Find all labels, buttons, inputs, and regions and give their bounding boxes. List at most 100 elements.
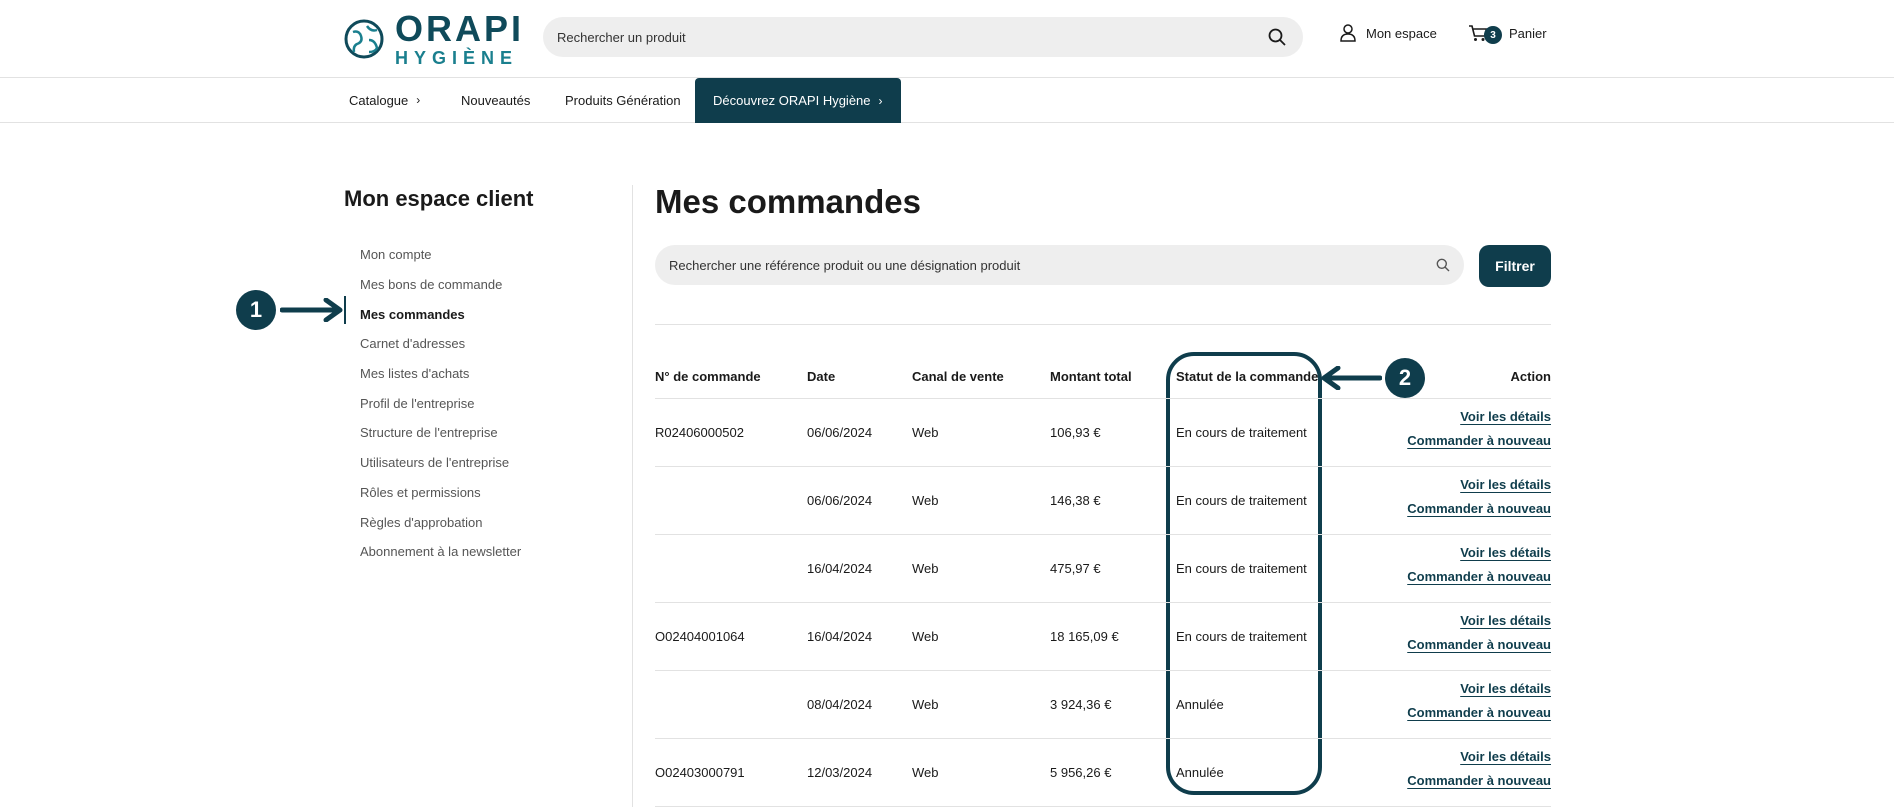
order-amount: 18 165,09 € bbox=[1050, 629, 1119, 644]
search-icon[interactable] bbox=[1265, 25, 1289, 49]
order-channel: Web bbox=[912, 697, 939, 712]
sidebar-item-newsletter[interactable]: Abonnement à la newsletter bbox=[360, 537, 521, 567]
sidebar-item-bons-de-commande[interactable]: Mes bons de commande bbox=[360, 270, 521, 300]
cart-count-badge: 3 bbox=[1484, 26, 1502, 44]
reorder-link[interactable]: Commander à nouveau bbox=[1407, 705, 1551, 720]
sidebar-item-listes-achats[interactable]: Mes listes d'achats bbox=[360, 359, 521, 389]
nav-item-label: Découvrez ORAPI Hygiène bbox=[713, 93, 871, 108]
order-channel: Web bbox=[912, 765, 939, 780]
order-date: 16/04/2024 bbox=[807, 629, 873, 644]
content-divider bbox=[632, 185, 633, 807]
order-status: En cours de traitement bbox=[1176, 629, 1307, 644]
order-status: Annulée bbox=[1176, 697, 1224, 712]
sidebar-title: Mon espace client bbox=[344, 186, 534, 211]
logo-sub-text: HYGIÈNE bbox=[395, 48, 519, 68]
order-amount: 146,38 € bbox=[1050, 493, 1101, 508]
column-header-order-number: N° de commande bbox=[655, 369, 761, 384]
order-date: 08/04/2024 bbox=[807, 697, 873, 712]
orders-table-header: N° de commande Date Canal de vente Monta… bbox=[655, 365, 1551, 399]
order-date: 16/04/2024 bbox=[807, 561, 873, 576]
view-details-link[interactable]: Voir les détails bbox=[1407, 545, 1551, 560]
sidebar-item-structure-entreprise[interactable]: Structure de l'entreprise bbox=[360, 418, 521, 448]
view-details-link[interactable]: Voir les détails bbox=[1407, 681, 1551, 696]
order-amount: 3 924,36 € bbox=[1050, 697, 1112, 712]
chevron-right-icon: › bbox=[416, 93, 421, 107]
row-actions: Voir les détails Commander à nouveau bbox=[1407, 681, 1551, 729]
column-header-status: Statut de la commande bbox=[1176, 369, 1319, 384]
row-actions: Voir les détails Commander à nouveau bbox=[1407, 545, 1551, 593]
column-header-amount: Montant total bbox=[1050, 369, 1132, 384]
view-details-link[interactable]: Voir les détails bbox=[1407, 749, 1551, 764]
row-actions: Voir les détails Commander à nouveau bbox=[1407, 477, 1551, 525]
sidebar-menu: Mon compte Mes bons de commande Mes comm… bbox=[360, 240, 521, 567]
table-row: 06/06/2024 Web 146,38 € En cours de trai… bbox=[655, 467, 1551, 535]
order-date: 06/06/2024 bbox=[807, 425, 873, 440]
user-icon bbox=[1340, 24, 1356, 42]
row-actions: Voir les détails Commander à nouveau bbox=[1407, 409, 1551, 457]
filter-button[interactable]: Filtrer bbox=[1479, 245, 1551, 287]
order-channel: Web bbox=[912, 493, 939, 508]
table-row: 08/04/2024 Web 3 924,36 € Annulée Voir l… bbox=[655, 671, 1551, 739]
site-header: ORAPI HYGIÈNE Mon espace 3 Panier bbox=[0, 0, 1894, 78]
product-search-bar bbox=[543, 17, 1303, 57]
row-actions: Voir les détails Commander à nouveau bbox=[1407, 749, 1551, 797]
order-date: 12/03/2024 bbox=[807, 765, 873, 780]
cart-label: Panier bbox=[1509, 25, 1547, 41]
order-date: 06/06/2024 bbox=[807, 493, 873, 508]
cart-link[interactable]: 3 Panier bbox=[1468, 24, 1547, 44]
order-status: En cours de traitement bbox=[1176, 561, 1307, 576]
order-status: En cours de traitement bbox=[1176, 425, 1307, 440]
order-amount: 106,93 € bbox=[1050, 425, 1101, 440]
main-nav: Catalogue › Nouveautés Produits Générati… bbox=[0, 78, 1894, 123]
order-number: O02404001064 bbox=[655, 629, 745, 644]
sidebar-item-carnet-adresses[interactable]: Carnet d'adresses bbox=[360, 329, 521, 359]
orders-search-input[interactable] bbox=[669, 257, 1436, 273]
view-details-link[interactable]: Voir les détails bbox=[1407, 613, 1551, 628]
table-row: O02404001064 16/04/2024 Web 18 165,09 € … bbox=[655, 603, 1551, 671]
annotation-arrow-right-icon bbox=[280, 298, 343, 322]
page-title: Mes commandes bbox=[655, 183, 921, 220]
reorder-link[interactable]: Commander à nouveau bbox=[1407, 569, 1551, 584]
order-amount: 5 956,26 € bbox=[1050, 765, 1112, 780]
column-header-date: Date bbox=[807, 369, 836, 384]
nav-item-catalogue[interactable]: Catalogue › bbox=[349, 78, 420, 122]
sidebar-item-mon-compte[interactable]: Mon compte bbox=[360, 240, 521, 270]
section-divider bbox=[655, 324, 1551, 325]
order-amount: 475,97 € bbox=[1050, 561, 1101, 576]
annotation-callout-1: 1 bbox=[236, 290, 276, 330]
reorder-link[interactable]: Commander à nouveau bbox=[1407, 773, 1551, 788]
order-status: Annulée bbox=[1176, 765, 1224, 780]
reorder-link[interactable]: Commander à nouveau bbox=[1407, 637, 1551, 652]
nav-item-produits-generation[interactable]: Produits Génération bbox=[565, 78, 681, 122]
sidebar-item-roles-permissions[interactable]: Rôles et permissions bbox=[360, 478, 521, 508]
order-status: En cours de traitement bbox=[1176, 493, 1307, 508]
reorder-link[interactable]: Commander à nouveau bbox=[1407, 501, 1551, 516]
order-channel: Web bbox=[912, 425, 939, 440]
sidebar-item-utilisateurs-entreprise[interactable]: Utilisateurs de l'entreprise bbox=[360, 448, 521, 478]
reorder-link[interactable]: Commander à nouveau bbox=[1407, 433, 1551, 448]
account-link[interactable]: Mon espace bbox=[1340, 24, 1437, 42]
nav-item-nouveautes[interactable]: Nouveautés bbox=[461, 78, 530, 122]
account-label: Mon espace bbox=[1366, 25, 1437, 41]
sidebar-item-mes-commandes[interactable]: Mes commandes bbox=[360, 299, 521, 329]
table-row: 16/04/2024 Web 475,97 € En cours de trai… bbox=[655, 535, 1551, 603]
column-header-action: Action bbox=[1510, 369, 1551, 384]
view-details-link[interactable]: Voir les détails bbox=[1407, 477, 1551, 492]
orders-search-bar bbox=[655, 245, 1464, 285]
nav-item-decouvrez-orapi[interactable]: Découvrez ORAPI Hygiène › bbox=[695, 78, 901, 123]
order-channel: Web bbox=[912, 561, 939, 576]
chevron-right-icon: › bbox=[878, 93, 883, 108]
sidebar-item-profil-entreprise[interactable]: Profil de l'entreprise bbox=[360, 388, 521, 418]
order-number: R02406000502 bbox=[655, 425, 744, 440]
nav-item-label: Nouveautés bbox=[461, 92, 531, 108]
view-details-link[interactable]: Voir les détails bbox=[1407, 409, 1551, 424]
table-row: R02406000502 06/06/2024 Web 106,93 € En … bbox=[655, 399, 1551, 467]
sidebar-item-regles-approbation[interactable]: Règles d'approbation bbox=[360, 507, 521, 537]
order-channel: Web bbox=[912, 629, 939, 644]
search-icon[interactable] bbox=[1436, 258, 1450, 272]
globe-icon bbox=[344, 19, 384, 59]
product-search-input[interactable] bbox=[557, 29, 1265, 45]
row-actions: Voir les détails Commander à nouveau bbox=[1407, 613, 1551, 661]
orapi-logo[interactable]: ORAPI HYGIÈNE bbox=[343, 11, 524, 68]
column-header-channel: Canal de vente bbox=[912, 369, 1004, 384]
